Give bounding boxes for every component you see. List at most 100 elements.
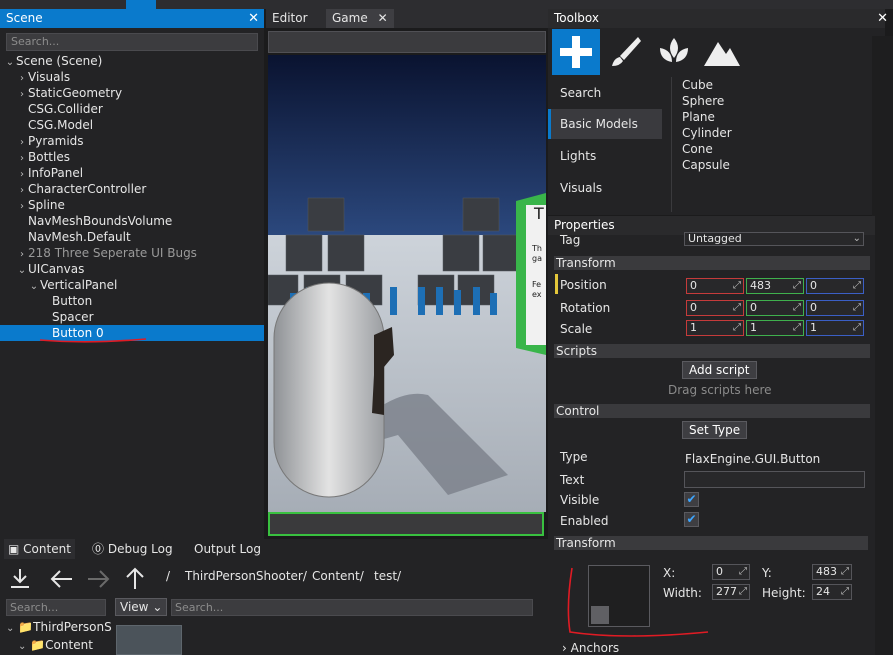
scene-tree-item[interactable]: › InfoPanel (0, 165, 264, 181)
folder-label: Content (45, 638, 93, 652)
scene-tree-item[interactable]: CSG.Model (0, 117, 264, 133)
scene-tree-item-label: Spline (28, 198, 65, 212)
toolbox-category-search[interactable]: Search (548, 78, 662, 108)
tab-content[interactable]: ▣ Content (4, 539, 75, 559)
rect-x-field[interactable]: 0 ⤢ (712, 564, 750, 580)
rotation-z-field[interactable]: 0 ⤢ (806, 300, 864, 316)
toolbox-category-lights[interactable]: Lights (548, 141, 662, 171)
asset-thumbnail[interactable] (116, 625, 182, 655)
folder-icon: 📁 (18, 620, 34, 634)
view-dropdown[interactable]: View ⌄ (115, 598, 167, 616)
game-viewport[interactable]: T Th ga Fe ex (268, 55, 546, 512)
model-item-cylinder[interactable]: Cylinder (682, 125, 732, 141)
path-segment-project[interactable]: ThirdPersonShooter/ (185, 569, 307, 583)
content-tree-search-input[interactable]: Search... (6, 599, 106, 616)
rotation-x-field[interactable]: 0 ⤢ (686, 300, 744, 316)
rect-y-value: 483 (816, 565, 837, 578)
tag-dropdown[interactable]: Untagged ⌄ (684, 232, 864, 246)
rotation-z-value: 0 (810, 301, 817, 314)
scene-close-icon[interactable]: ✕ (248, 9, 259, 28)
tab-game[interactable]: Game ✕ (326, 9, 394, 28)
scene-tree-item[interactable]: ⌄ Scene (Scene) (0, 53, 264, 69)
rotation-y-field[interactable]: 0 ⤢ (746, 300, 804, 316)
scene-tree-item[interactable]: › Spline (0, 197, 264, 213)
scene-tree-item[interactable]: › 218 Three Seperate UI Bugs (0, 245, 264, 261)
chevron-right-icon: › (562, 641, 567, 655)
toolbox-close-icon[interactable]: ✕ (877, 9, 888, 28)
position-z-field[interactable]: 0 ⤢ (806, 278, 864, 294)
rect-transform-section-header[interactable]: Transform (554, 536, 868, 550)
scale-y-value: 1 (750, 321, 757, 334)
scene-tree-item-label: CharacterController (28, 182, 147, 196)
add-models-icon[interactable] (552, 29, 600, 75)
drag-arrows-icon: ⤢ (841, 566, 849, 577)
sign-line-2: ga (532, 254, 542, 263)
enabled-checkbox[interactable]: ✔ (684, 512, 699, 527)
rect-width-field[interactable]: 277 ⤢ (712, 584, 750, 600)
scene-tree-item[interactable]: › StaticGeometry (0, 85, 264, 101)
tab-output-log[interactable]: Output Log (194, 539, 261, 559)
scale-y-field[interactable]: 1 ⤢ (746, 320, 804, 336)
terrain-icon[interactable] (698, 29, 746, 75)
path-segment-content[interactable]: Content/ (312, 569, 364, 583)
anchors-row[interactable]: › Anchors (562, 641, 619, 655)
sign-title: T (533, 204, 544, 223)
content-search-input[interactable]: Search... (171, 599, 533, 616)
tab-editor[interactable]: Editor (266, 9, 314, 28)
position-x-field[interactable]: 0 ⤢ (686, 278, 744, 294)
model-item-cube[interactable]: Cube (682, 77, 732, 93)
scripts-section-header[interactable]: Scripts (554, 344, 870, 358)
scene-tree-item-label: Visuals (28, 70, 71, 84)
drag-arrows-icon: ⤢ (733, 302, 741, 313)
scene-tree-item[interactable]: NavMeshBoundsVolume (0, 213, 264, 229)
tab-debug-log[interactable]: ⓪ Debug Log (92, 539, 173, 559)
control-section-header[interactable]: Control (554, 404, 870, 418)
toolbox-category-visuals[interactable]: Visuals (548, 173, 662, 203)
scene-tree-item[interactable]: NavMesh.Default (0, 229, 264, 245)
rect-y-field[interactable]: 483 ⤢ (812, 564, 852, 580)
set-type-button[interactable]: Set Type (682, 421, 748, 439)
enabled-label: Enabled (560, 514, 609, 528)
drag-arrows-icon: ⤢ (853, 302, 861, 313)
scene-tree-item-label: NavMesh.Default (28, 230, 131, 244)
scale-z-field[interactable]: 1 ⤢ (806, 320, 864, 336)
toolbox-title: Toolbox (554, 11, 599, 25)
path-segment-test[interactable]: test/ (374, 569, 401, 583)
model-item-cone[interactable]: Cone (682, 141, 732, 157)
toolbox-category-basic-models[interactable]: Basic Models (548, 109, 662, 139)
folder-item-project[interactable]: ⌄ 📁ThirdPersonS (6, 619, 112, 637)
transform-section-header[interactable]: Transform (554, 256, 870, 270)
model-item-sphere[interactable]: Sphere (682, 93, 732, 109)
tab-game-close-icon[interactable]: ✕ (378, 11, 388, 25)
scene-tree-item[interactable]: › Pyramids (0, 133, 264, 149)
editor-tab-bar: Editor Game ✕ (266, 9, 548, 28)
scene-tree-item-label: Scene (Scene) (16, 54, 103, 68)
model-item-plane[interactable]: Plane (682, 109, 732, 125)
foliage-icon[interactable] (650, 29, 698, 75)
drag-arrows-icon: ⤢ (733, 322, 741, 333)
scene-tree-item[interactable]: Button (0, 293, 264, 309)
scene-tree-item[interactable]: Spacer (0, 309, 264, 325)
scale-x-field[interactable]: 1 ⤢ (686, 320, 744, 336)
position-y-field[interactable]: 483 ⤢ (746, 278, 804, 294)
scene-tree-item[interactable]: › CharacterController (0, 181, 264, 197)
folder-item-content[interactable]: ⌄ 📁Content (6, 637, 112, 655)
scene-tree-item[interactable]: › Visuals (0, 69, 264, 85)
paint-brush-icon[interactable] (602, 29, 650, 75)
toolbar-active-button[interactable] (126, 0, 156, 9)
add-script-button[interactable]: Add script (682, 361, 757, 379)
selected-ui-button-outline[interactable] (268, 512, 544, 536)
scene-tree-item[interactable]: › Bottles (0, 149, 264, 165)
scene-tree-item[interactable]: ⌄ UICanvas (0, 261, 264, 277)
model-item-capsule[interactable]: Capsule (682, 157, 732, 173)
rect-height-field[interactable]: 24 ⤢ (812, 584, 852, 600)
scene-tree-item-label: StaticGeometry (28, 86, 123, 100)
visible-checkbox[interactable]: ✔ (684, 492, 699, 507)
import-icon (11, 569, 29, 588)
scene-search-input[interactable]: Search... (6, 33, 258, 51)
scene-tree-item[interactable]: ⌄ VerticalPanel (0, 277, 264, 293)
scene-tree-item[interactable]: CSG.Collider (0, 101, 264, 117)
right-edge-panel (872, 36, 893, 655)
scene-tree-item-label: Pyramids (28, 134, 84, 148)
text-input[interactable] (684, 471, 865, 488)
